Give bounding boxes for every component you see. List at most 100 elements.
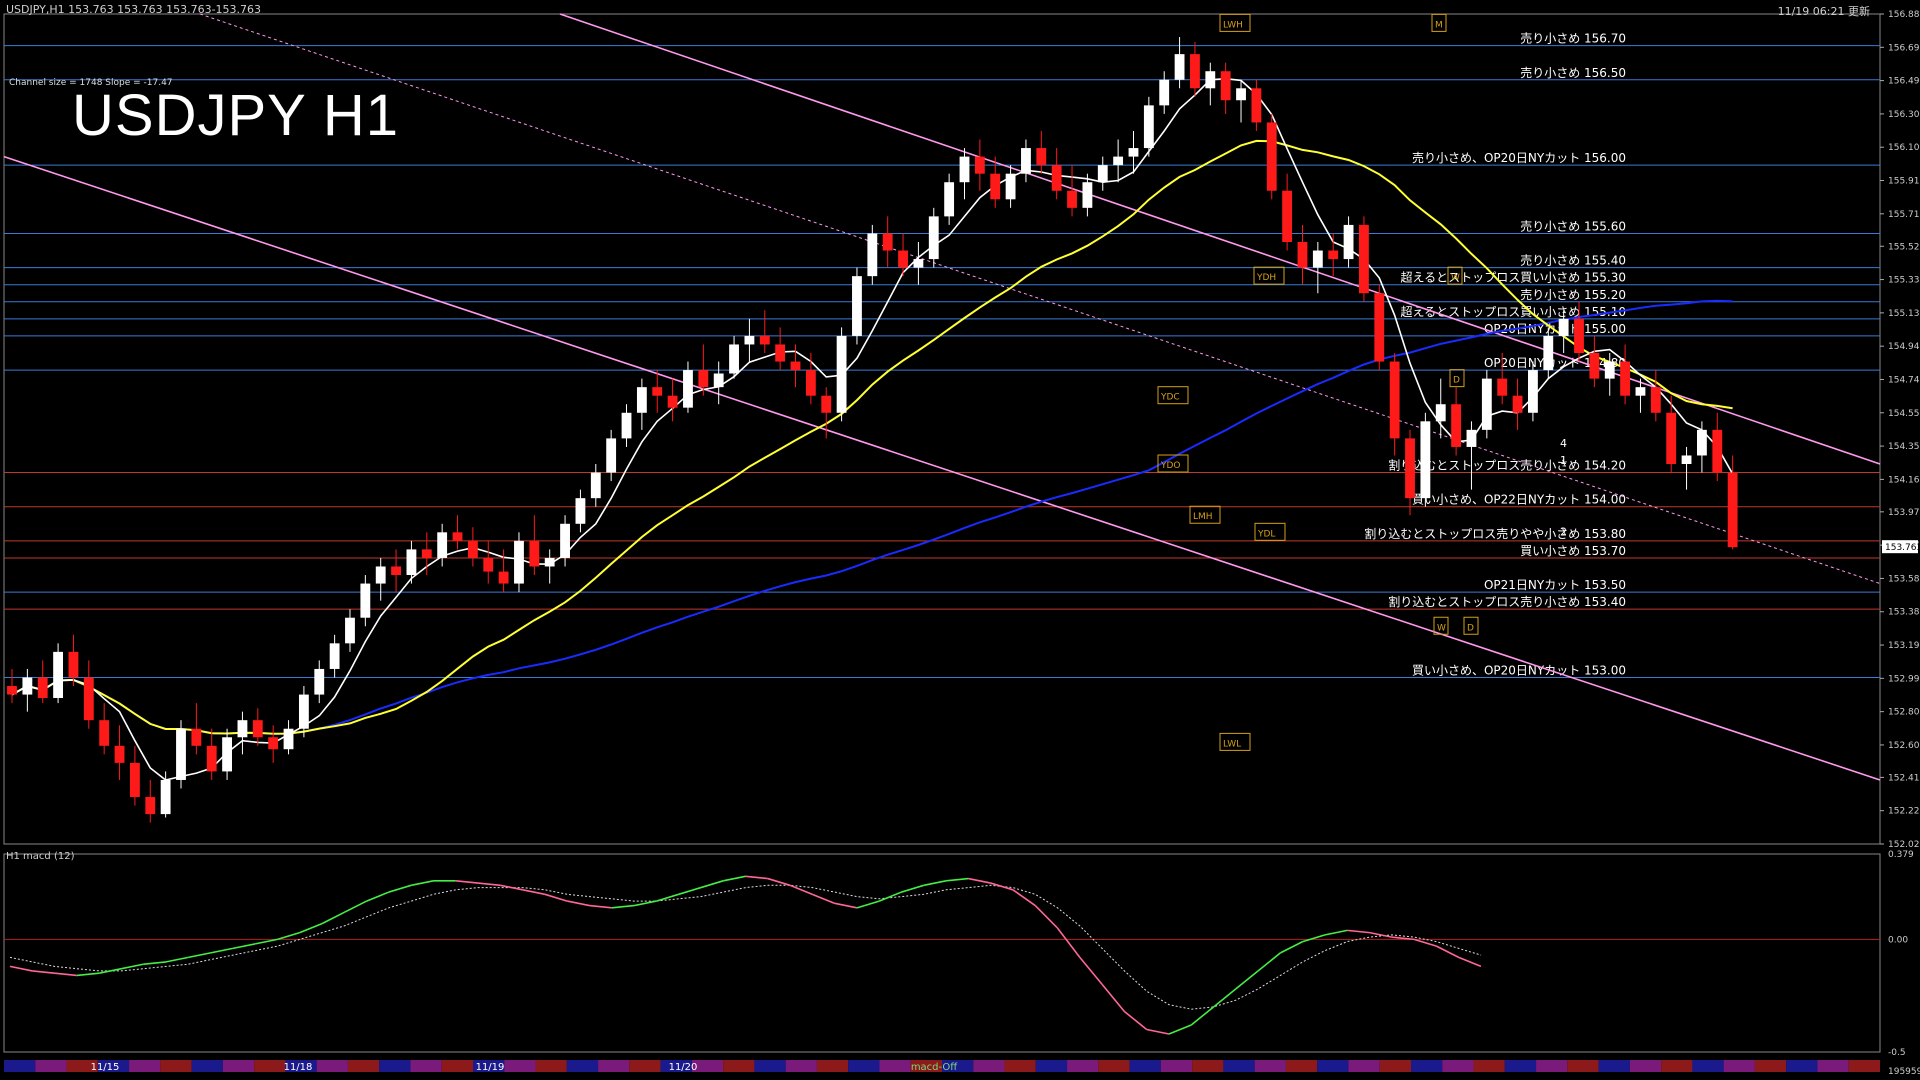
x-axis-label: 11/19 xyxy=(476,1062,505,1073)
candle-body xyxy=(590,472,601,499)
level-label: 買い小さめ、OP20日NYカット 153.00 xyxy=(1412,663,1626,677)
candle-body xyxy=(114,745,125,763)
macd-y-tick-label: -0.5 xyxy=(1888,1048,1906,1058)
level-label: 売り小さめ 155.40 xyxy=(1520,253,1626,268)
level-label: 割り込むとストップロス売りやや小さめ 153.80 xyxy=(1364,526,1626,541)
time-bar-segment xyxy=(598,1060,630,1072)
candle-body xyxy=(898,250,908,268)
time-bar-segment xyxy=(1629,1060,1662,1072)
level-label: 買い小さめ、OP22日NYカット 154.00 xyxy=(1412,493,1626,507)
candle-body xyxy=(437,532,448,558)
candle-body xyxy=(974,156,985,174)
time-bar-segment xyxy=(1098,1060,1130,1072)
marker-label: D xyxy=(1453,376,1460,386)
candle-body xyxy=(1543,335,1554,371)
level-label: OP20日NYカット 154.80 xyxy=(1484,356,1626,370)
time-bar-segment xyxy=(1786,1060,1818,1072)
macd-segment xyxy=(1034,905,1059,929)
time-bar-segment xyxy=(4,1060,36,1072)
time-bar-segment xyxy=(1285,1060,1318,1072)
marker-label: W xyxy=(1437,623,1446,633)
macd-segment xyxy=(656,893,679,902)
candle-body xyxy=(268,737,279,750)
y-tick-label: 155.135 xyxy=(1888,309,1920,319)
macd-segment xyxy=(700,880,724,889)
chart-canvas: 156.885 156.690 156.495 156.300 156.105 155.9… xyxy=(3,10,1920,1077)
time-bar-segment xyxy=(1348,1060,1380,1072)
level-label: OP21日NYカット 153.50 xyxy=(1484,578,1626,592)
y-tick-label: 154.160 xyxy=(1888,475,1920,485)
marker-label: M xyxy=(1435,20,1443,30)
level-label: 売り小さめ 155.20 xyxy=(1520,287,1626,302)
candle-body xyxy=(775,344,786,362)
candle-body xyxy=(83,677,94,721)
candle-body xyxy=(1359,224,1369,294)
candle-body xyxy=(222,737,232,772)
time-bar-segment xyxy=(629,1060,661,1072)
candle-body xyxy=(1696,429,1707,456)
time-bar-segment xyxy=(1160,1060,1193,1072)
time-bar-segment xyxy=(1661,1060,1693,1072)
x-axis-label: 11/18 xyxy=(284,1062,313,1073)
candle-body xyxy=(421,549,432,558)
candle-body xyxy=(1635,387,1646,396)
y-tick-label: 156.105 xyxy=(1888,143,1920,153)
candle-body xyxy=(191,728,202,746)
time-bar-segment xyxy=(1379,1060,1411,1072)
level-label: 超えるとストップロス買い小さめ 155.30 xyxy=(1401,270,1626,285)
time-bar-segment xyxy=(723,1060,755,1072)
candle-body xyxy=(1067,190,1077,208)
candle-body xyxy=(176,728,186,780)
time-bar-segment xyxy=(816,1060,849,1072)
y-tick-label: 156.885 xyxy=(1888,10,1920,20)
macd-segment xyxy=(1168,1024,1192,1035)
candle-body xyxy=(1435,404,1446,422)
x-axis-label: 11/15 xyxy=(91,1062,120,1073)
time-bar-segment xyxy=(1473,1060,1505,1072)
time-bar-segment xyxy=(1442,1060,1474,1072)
candle-body xyxy=(652,387,663,396)
y-tick-label: 154.940 xyxy=(1888,342,1920,352)
macd-segment xyxy=(923,880,947,887)
macd-segment xyxy=(990,882,1014,891)
time-bar-segment xyxy=(129,1060,161,1072)
time-bar-segment xyxy=(1317,1060,1349,1072)
candle-body xyxy=(990,173,1001,200)
macd-segment xyxy=(723,875,746,882)
candle-body xyxy=(1420,421,1431,499)
macd-segment xyxy=(54,972,77,977)
candle-body xyxy=(37,677,48,698)
marker-label: LWH xyxy=(1223,20,1243,30)
y-tick-label: 153.190 xyxy=(1888,641,1920,651)
time-bar-segment xyxy=(254,1060,286,1072)
macd-segment xyxy=(477,882,501,887)
candle-body xyxy=(129,762,140,798)
macd-segment xyxy=(767,877,791,887)
macd-segment xyxy=(1123,1010,1148,1031)
macd-segment xyxy=(1056,927,1081,958)
candle-body xyxy=(821,395,832,413)
candle-body xyxy=(1558,318,1569,336)
macd-segment xyxy=(1190,1006,1215,1026)
macd-segment xyxy=(1012,889,1036,907)
candle-body xyxy=(882,233,893,251)
time-bar-segment xyxy=(535,1060,567,1072)
level-label: 売り小さめ 156.70 xyxy=(1520,31,1626,46)
macd-segment xyxy=(678,886,702,896)
candle-body xyxy=(1113,156,1124,166)
level-label: 売り小さめ 156.50 xyxy=(1520,65,1626,80)
macd-segment xyxy=(321,911,345,925)
time-bar-segment xyxy=(848,1060,880,1072)
marker-label: LWL xyxy=(1223,739,1241,749)
macd-segment xyxy=(567,900,590,907)
candle-body xyxy=(1251,88,1262,123)
candle-body xyxy=(53,651,64,698)
macd-segment xyxy=(277,931,300,941)
macd-y-tick-label: 0.00 xyxy=(1888,935,1908,945)
candle-body xyxy=(529,540,540,567)
macd-segment xyxy=(1413,938,1437,947)
candle-body xyxy=(1143,105,1154,149)
time-bar-segment xyxy=(1754,1060,1787,1072)
marker-label: YDL xyxy=(1257,529,1275,539)
candle-body xyxy=(237,720,248,738)
